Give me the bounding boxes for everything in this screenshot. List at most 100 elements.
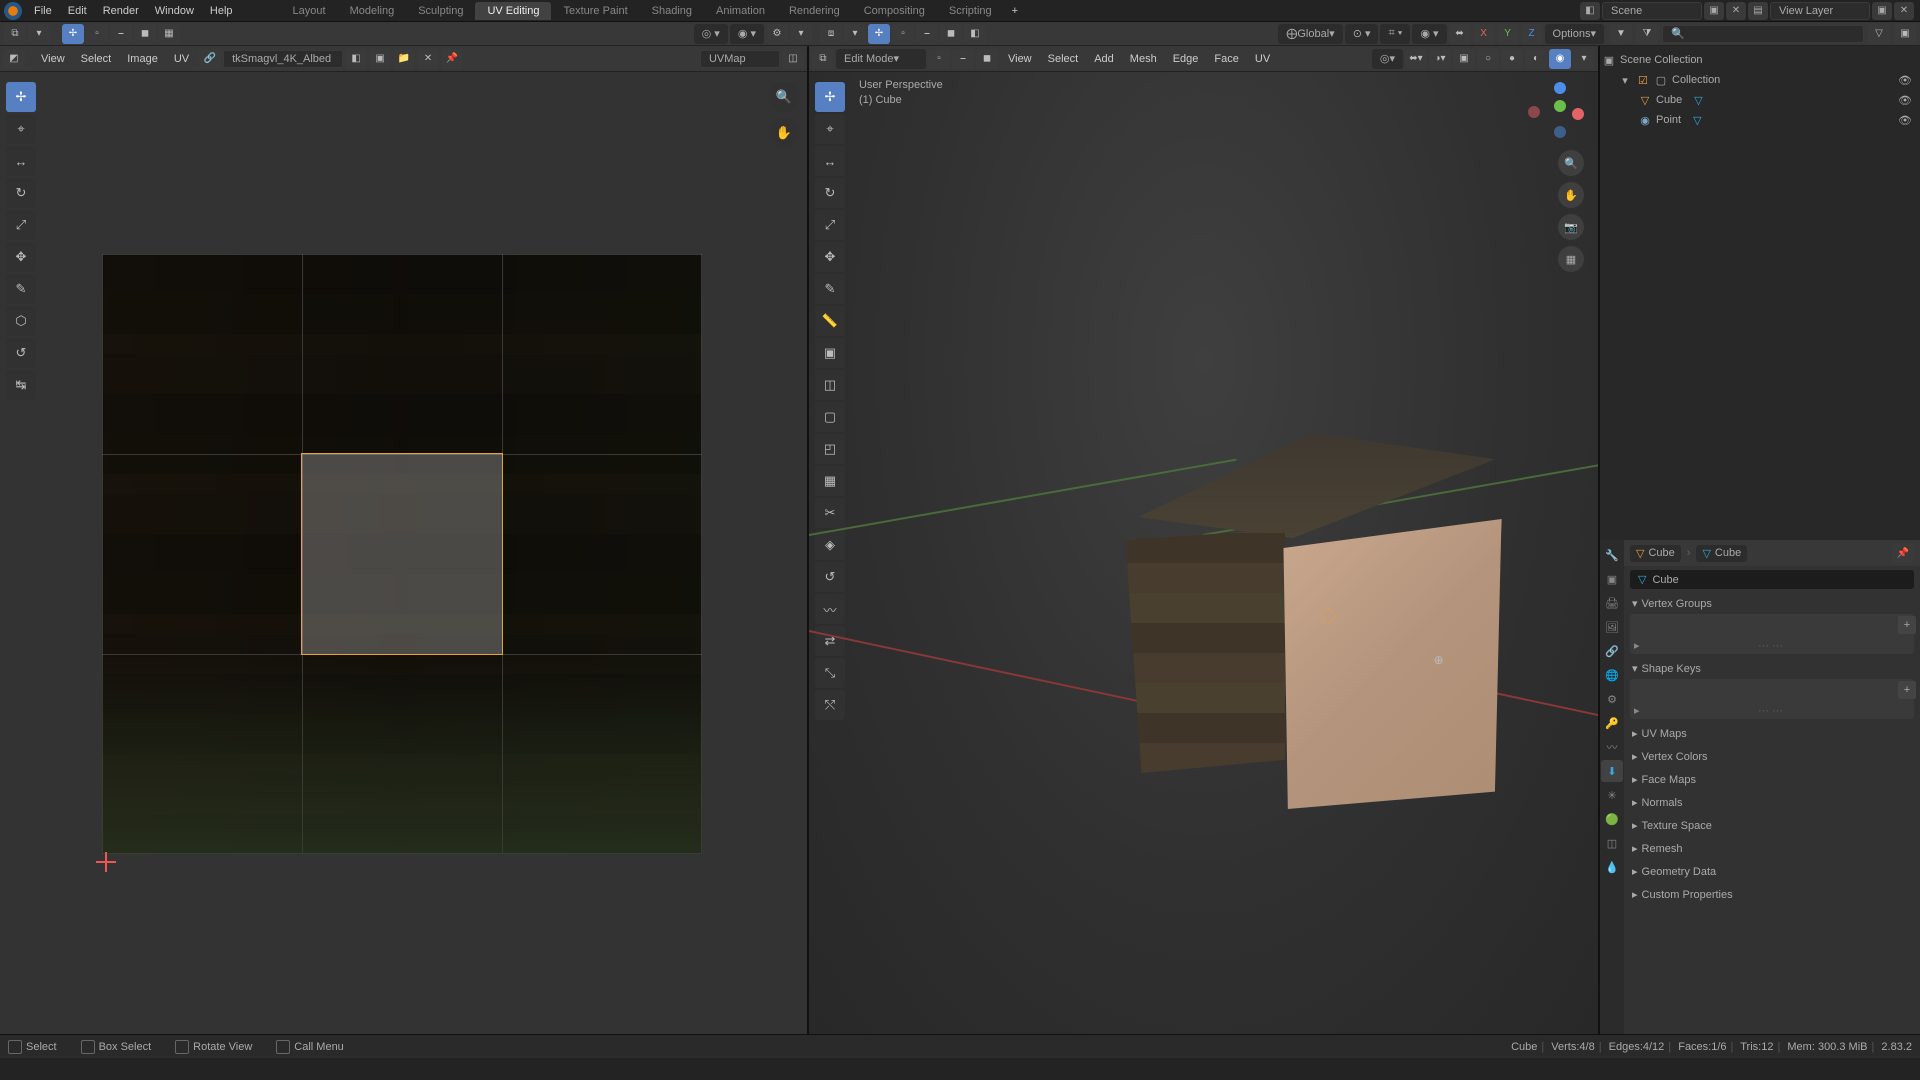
relax-tool[interactable]: ↺ — [6, 338, 36, 368]
tab-shading[interactable]: Shading — [640, 2, 704, 20]
viewlayer-icon[interactable]: ▤ — [1748, 2, 1768, 20]
checkbox-icon[interactable]: ☑ — [1636, 74, 1650, 87]
vertex-select-icon[interactable]: ▫ — [86, 24, 108, 44]
tree-item-point[interactable]: ◉Point▽👁 — [1602, 110, 1918, 130]
vp-menu-view[interactable]: View — [1000, 50, 1040, 68]
new-viewlayer-button[interactable]: ▣ — [1872, 2, 1892, 20]
prop-tab-0[interactable]: 🔧 — [1601, 544, 1623, 566]
tree-scene-collection[interactable]: ▣ Scene Collection — [1602, 50, 1918, 70]
vp-menu-mesh[interactable]: Mesh — [1122, 50, 1165, 68]
prop-tab-7[interactable]: 🔑 — [1601, 712, 1623, 734]
tree-collection[interactable]: ▾ ☑ ▢ Collection 👁 — [1602, 70, 1918, 90]
prop-tab-6[interactable]: ⚙ — [1601, 688, 1623, 710]
pin-icon[interactable]: 📌 — [1892, 543, 1914, 563]
menu-file[interactable]: File — [26, 2, 60, 20]
section-geometry-data[interactable]: ▸Geometry Data — [1630, 861, 1914, 882]
grab-tool[interactable]: ⬡ — [6, 306, 36, 336]
menu-help[interactable]: Help — [202, 2, 241, 20]
pan-icon[interactable]: ✋ — [769, 118, 799, 148]
editor-drop-icon[interactable]: ▾ — [844, 24, 866, 44]
prop-tab-4[interactable]: 🔗 — [1601, 640, 1623, 662]
select-tool[interactable]: ✢ — [6, 82, 36, 112]
drag-handle-icon[interactable]: ⋯⋯ — [1758, 704, 1786, 717]
snap-drop[interactable]: ⌗ ▾ — [1380, 24, 1410, 44]
section-face-maps[interactable]: ▸Face Maps — [1630, 769, 1914, 790]
image-name-field[interactable]: tkSmagvl_4K_Albed — [223, 50, 343, 68]
tab-animation[interactable]: Animation — [704, 2, 777, 20]
delete-scene-button[interactable]: ✕ — [1726, 2, 1746, 20]
scene-icon[interactable]: ◧ — [1580, 2, 1600, 20]
section-vertex-groups[interactable]: ▾Vertex Groups — [1630, 593, 1914, 614]
image-new-icon[interactable]: ▣ — [369, 49, 391, 69]
normal-mode-icon[interactable]: ◧ — [964, 24, 986, 44]
tab-scripting[interactable]: Scripting — [937, 2, 1004, 20]
shading-drop-icon[interactable]: ▾ — [1573, 49, 1595, 69]
viewport-canvas[interactable]: ✢ ⌖ ↔ ↻ ⤢ ✥ ✎ 📏 ▣ ◫ ▢ ◰ ▦ ✂ ◈ ↺ 〰 ⇄ ⤡ ⤲ — [809, 72, 1598, 1034]
drop-icon[interactable]: ▾ — [28, 24, 50, 44]
scene-name-field[interactable]: Scene — [1602, 2, 1702, 20]
menu-window[interactable]: Window — [147, 2, 202, 20]
add-workspace-button[interactable]: + — [1004, 2, 1026, 20]
overlay-icon[interactable]: ◑▾ — [1429, 49, 1451, 69]
uv-channel-icon[interactable]: ◫ — [782, 49, 804, 69]
uv-menu-image[interactable]: Image — [119, 50, 166, 68]
vp-menu-select[interactable]: Select — [1040, 50, 1087, 68]
drag-handle-icon[interactable]: ⋯⋯ — [1758, 639, 1786, 652]
uv-options-drop-icon[interactable]: ▾ — [790, 24, 812, 44]
tab-texture-paint[interactable]: Texture Paint — [551, 2, 639, 20]
pivot-drop[interactable]: ⊙ ▾ — [1345, 24, 1379, 44]
vertex-mode-icon[interactable]: ▫ — [892, 24, 914, 44]
image-link-icon[interactable]: 🔗 — [199, 49, 221, 69]
menu-render[interactable]: Render — [95, 2, 147, 20]
outliner-filter-icon[interactable]: ▼ — [1610, 24, 1632, 44]
mode-select[interactable]: Edit Mode ▾ — [836, 49, 926, 69]
image-unlink-icon[interactable]: ✕ — [417, 49, 439, 69]
section-remesh[interactable]: ▸Remesh — [1630, 838, 1914, 859]
mesh-cube[interactable]: ⊕ — [1133, 453, 1393, 713]
breadcrumb-data[interactable]: ▽ Cube — [1696, 545, 1747, 562]
wire-shade-icon[interactable]: ○ — [1477, 49, 1499, 69]
face-component-icon[interactable]: ◼ — [976, 49, 998, 69]
edge-select-icon[interactable]: ⎯ — [110, 24, 132, 44]
prop-tab-8[interactable]: 〰 — [1601, 736, 1623, 758]
matprev-shade-icon[interactable]: ◐ — [1525, 49, 1547, 69]
viewlayer-field[interactable]: View Layer — [1770, 2, 1870, 20]
disclosure-icon[interactable]: ▾ — [1618, 74, 1632, 87]
axis-y-toggle[interactable]: Y — [1497, 24, 1519, 44]
prop-tab-9[interactable]: ⬇ — [1601, 760, 1623, 782]
face-mode-icon[interactable]: ◼ — [940, 24, 962, 44]
cube-front-face[interactable] — [1283, 519, 1501, 809]
cursor-mode-icon[interactable]: ✢ — [62, 24, 84, 44]
zoom-icon[interactable]: 🔍 — [769, 82, 799, 112]
breadcrumb-object[interactable]: ▽ Cube — [1630, 545, 1681, 562]
edge-mode-icon[interactable]: ⎯ — [916, 24, 938, 44]
proportional-drop[interactable]: ◉ ▾ — [1412, 24, 1446, 44]
orientation-drop[interactable]: ⨁ Global ▾ — [1278, 24, 1342, 44]
new-scene-button[interactable]: ▣ — [1704, 2, 1724, 20]
expand-icon[interactable]: ▸ — [1634, 639, 1640, 652]
prop-tab-1[interactable]: ▣ — [1601, 568, 1623, 590]
section-custom-properties[interactable]: ▸Custom Properties — [1630, 884, 1914, 905]
visibility-toggle[interactable]: 👁 — [1898, 114, 1918, 127]
add-button[interactable]: + — [1898, 616, 1916, 634]
tab-layout[interactable]: Layout — [281, 2, 338, 20]
vp-menu-edge[interactable]: Edge — [1165, 50, 1207, 68]
uv-editor-type-icon[interactable]: ◩ — [3, 49, 25, 69]
visibility-drop[interactable]: ◎▾ — [1372, 49, 1403, 69]
tab-uv-editing[interactable]: UV Editing — [475, 2, 551, 20]
uv-prop-drop[interactable]: ◉ ▾ — [730, 24, 764, 44]
gizmo-show-icon[interactable]: ⬌ — [1449, 24, 1471, 44]
face-select-icon[interactable]: ◼ — [134, 24, 156, 44]
transform-tool[interactable]: ✥ — [6, 242, 36, 272]
section-uv-maps[interactable]: ▸UV Maps — [1630, 723, 1914, 744]
section-texture-space[interactable]: ▸Texture Space — [1630, 815, 1914, 836]
vp-menu-face[interactable]: Face — [1206, 50, 1246, 68]
uvmap-field[interactable]: UVMap — [700, 50, 780, 68]
outliner-funnel-icon[interactable]: ⧩ — [1636, 24, 1658, 44]
uv-options-icon[interactable]: ⚙ — [766, 24, 788, 44]
uv-sync-icon[interactable]: ⧉ — [4, 24, 26, 44]
data-name-field[interactable]: ▽ Cube — [1630, 570, 1914, 589]
visibility-toggle[interactable]: 👁 — [1898, 74, 1918, 87]
cursor3d-mode-icon[interactable]: ✢ — [868, 24, 890, 44]
uv-menu-select[interactable]: Select — [73, 50, 120, 68]
